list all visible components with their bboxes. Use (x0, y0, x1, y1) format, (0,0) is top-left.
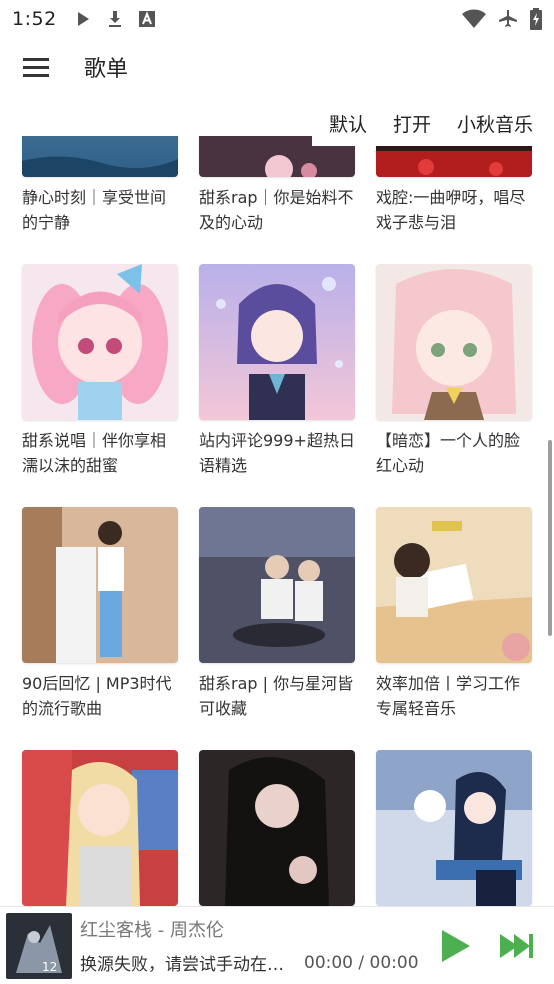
playlist-card[interactable] (199, 750, 355, 906)
playlist-title: 戏腔:一曲咿呀，唱尽戏子悲与泪 (376, 188, 526, 232)
playlist-title: 甜系rap | 你与星河皆可收藏 (199, 674, 354, 718)
playlist-card[interactable] (22, 750, 178, 906)
playlist-card[interactable]: 90后回忆 | MP3时代的流行歌曲 (22, 507, 178, 750)
scrollbar-thumb[interactable] (548, 440, 552, 636)
default-button[interactable]: 默认 (318, 110, 378, 137)
playlist-grid-viewport[interactable]: 静心时刻｜享受世间的宁静 甜系rap｜你是始料不及的心动 戏腔:一曲咿呀，唱尽戏… (0, 136, 554, 906)
player-status-row: 换源失败，请尝试手动在搜... 00:00 / 00:00 (80, 950, 434, 976)
playlist-card[interactable]: 【暗恋】一个人的脸红心动 (376, 264, 532, 507)
playlist-title: 90后回忆 | MP3时代的流行歌曲 (22, 674, 172, 718)
download-icon (108, 11, 121, 27)
playlist-cover (22, 136, 178, 177)
playlist-title: 站内评论999+超热日语精选 (199, 431, 355, 475)
playlist-title: 静心时刻｜享受世间的宁静 (22, 188, 167, 232)
app-bar: 歌单 (0, 38, 554, 96)
status-icons-left (73, 9, 157, 29)
wifi-icon (462, 9, 486, 28)
airplane-icon (499, 10, 517, 27)
next-track-button[interactable] (496, 926, 536, 966)
playlist-card[interactable]: 甜系rap｜你是始料不及的心动 (199, 136, 355, 264)
playlist-card[interactable]: 效率加倍丨学习工作专属轻音乐 (376, 507, 532, 750)
playlist-card[interactable]: 甜系说唱｜伴你享相濡以沫的甜蜜 (22, 264, 178, 507)
play-icon (77, 12, 89, 26)
playlist-title: 甜系rap｜你是始料不及的心动 (199, 188, 354, 232)
playlist-card[interactable]: 站内评论999+超热日语精选 (199, 264, 355, 507)
action-row: 默认 打开 小秋音乐 (311, 100, 554, 146)
playlist-cover (376, 507, 532, 663)
hamburger-menu-icon (23, 58, 49, 77)
status-bar: 1:52 (0, 0, 554, 38)
playlist-cover (199, 507, 355, 663)
playlist-cover (199, 264, 355, 420)
playlist-title: 甜系说唱｜伴你享相濡以沫的甜蜜 (22, 431, 167, 475)
playlist-grid: 静心时刻｜享受世间的宁静 甜系rap｜你是始料不及的心动 戏腔:一曲咿呀，唱尽戏… (22, 136, 534, 906)
player-info: 红尘客栈 - 周杰伦 换源失败，请尝试手动在搜... 00:00 / 00:00 (80, 916, 434, 975)
playback-status: 换源失败，请尝试手动在搜... (80, 955, 298, 975)
playlist-cover (376, 264, 532, 420)
player-bar[interactable]: 12 红尘客栈 - 周杰伦 换源失败，请尝试手动在搜... 00:00 / 00… (0, 906, 554, 984)
status-time: 1:52 (12, 8, 57, 30)
status-icons-right (462, 8, 542, 30)
playlist-cover (199, 750, 355, 906)
playback-time: 00:00 / 00:00 (304, 952, 419, 973)
playlist-cover (22, 750, 178, 906)
song-title: 红尘客栈 - 周杰伦 (80, 920, 224, 941)
playlist-card[interactable]: 甜系rap | 你与星河皆可收藏 (199, 507, 355, 750)
album-art-caption: 12 (42, 960, 57, 974)
page-title: 歌单 (84, 57, 129, 82)
playlist-title: 效率加倍丨学习工作专属轻音乐 (376, 674, 521, 718)
play-button[interactable] (434, 926, 474, 966)
playlist-card[interactable] (376, 750, 532, 906)
font-a-icon (138, 11, 155, 27)
album-art[interactable]: 12 (6, 912, 72, 979)
playlist-card[interactable]: 静心时刻｜享受世间的宁静 (22, 136, 178, 264)
open-button[interactable]: 打开 (382, 110, 442, 137)
menu-button[interactable] (0, 38, 72, 96)
source-button[interactable]: 小秋音乐 (446, 110, 544, 137)
playlist-card[interactable]: 戏腔:一曲咿呀，唱尽戏子悲与泪 (376, 136, 532, 264)
playlist-cover (376, 750, 532, 906)
playlist-cover (22, 264, 178, 420)
playlist-cover (22, 507, 178, 663)
battery-charging-icon (530, 8, 542, 30)
playlist-title: 【暗恋】一个人的脸红心动 (376, 431, 521, 475)
